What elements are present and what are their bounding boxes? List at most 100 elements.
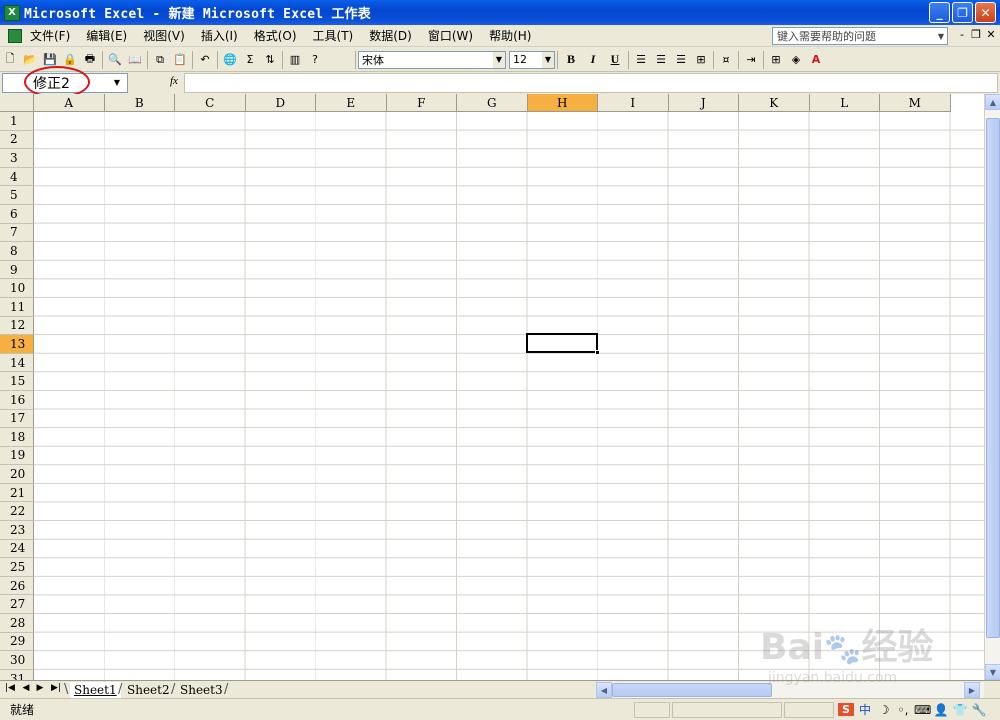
chart-wizard-icon[interactable]: ▥	[285, 50, 305, 70]
doc-restore-button[interactable]: ❐	[968, 28, 984, 41]
doc-close-button[interactable]: ✕	[983, 28, 999, 41]
sogou-icon[interactable]: S	[838, 703, 854, 716]
column-header-b[interactable]: B	[104, 94, 175, 112]
row-header-18[interactable]: 18	[0, 428, 34, 447]
merge-center-icon[interactable]: ⊞	[691, 50, 711, 70]
sheet-tab-2[interactable]: Sheet2	[123, 682, 174, 698]
print-preview-icon[interactable]: 🔍	[105, 50, 125, 70]
row-header-13[interactable]: 13	[0, 335, 34, 354]
row-header-25[interactable]: 25	[0, 558, 34, 577]
ime-chinese-icon[interactable]: 中	[857, 701, 873, 718]
row-header-9[interactable]: 9	[0, 260, 34, 280]
new-icon[interactable]: 🗋	[0, 50, 20, 70]
currency-icon[interactable]: ¤	[716, 50, 736, 70]
open-icon[interactable]: 📂	[20, 50, 40, 70]
bold-button[interactable]: B	[560, 50, 582, 70]
row-header-1[interactable]: 1	[0, 112, 34, 131]
punctuation-icon[interactable]: ◦,	[895, 703, 911, 717]
column-header-a[interactable]: A	[34, 94, 105, 112]
minimize-button[interactable]: _	[929, 2, 950, 23]
scroll-right-icon[interactable]: ▶	[964, 682, 980, 698]
row-header-10[interactable]: 10	[0, 279, 34, 298]
column-header-f[interactable]: F	[386, 94, 457, 112]
chevron-down-icon[interactable]: ▼	[935, 28, 947, 44]
cell-area[interactable]	[34, 112, 984, 680]
menu-tools[interactable]: 工具(T)	[305, 27, 362, 44]
fill-handle[interactable]	[595, 350, 600, 355]
close-button[interactable]: ✕	[975, 2, 996, 23]
row-header-19[interactable]: 19	[0, 446, 34, 466]
row-header-22[interactable]: 22	[0, 502, 34, 522]
paste-icon[interactable]: 📋	[170, 50, 190, 70]
row-header-20[interactable]: 20	[0, 465, 34, 484]
row-header-4[interactable]: 4	[0, 167, 34, 187]
row-header-15[interactable]: 15	[0, 372, 34, 391]
horizontal-scrollbar[interactable]: ◀ ▶	[596, 682, 984, 698]
user-icon[interactable]: 👤	[933, 703, 949, 717]
scroll-left-icon[interactable]: ◀	[596, 682, 612, 698]
worksheet-grid[interactable]: ABCDEFGHIJKLM 1 2 3 4 5 6 7 8 9 10 11 12 13 14 15 16 17 1…	[0, 94, 984, 680]
borders-icon[interactable]: ⊞	[766, 50, 786, 70]
row-header-23[interactable]: 23	[0, 521, 34, 540]
align-center-icon[interactable]: ☰	[651, 50, 671, 70]
vertical-scroll-thumb[interactable]	[986, 118, 1000, 638]
wrench-icon[interactable]: 🔧	[971, 703, 987, 717]
column-header-d[interactable]: D	[245, 94, 316, 112]
scroll-down-icon[interactable]: ▼	[985, 664, 1000, 680]
menu-help[interactable]: 帮助(H)	[481, 27, 539, 44]
chevron-down-icon[interactable]: ▼	[493, 51, 505, 68]
column-header-i[interactable]: I	[598, 94, 669, 112]
horizontal-scroll-thumb[interactable]	[612, 683, 772, 697]
indent-icon[interactable]: ⇥	[741, 50, 761, 70]
copy-icon[interactable]: ⧉	[150, 50, 170, 70]
row-header-31[interactable]: 31	[0, 669, 34, 680]
align-left-icon[interactable]: ☰	[631, 50, 651, 70]
print-icon[interactable]: 🖶	[80, 50, 100, 70]
row-header-27[interactable]: 27	[0, 595, 34, 615]
row-header-2[interactable]: 2	[0, 130, 34, 150]
row-header-24[interactable]: 24	[0, 539, 34, 559]
formula-input[interactable]	[184, 73, 998, 93]
row-header-7[interactable]: 7	[0, 223, 34, 243]
menu-edit[interactable]: 编辑(E)	[78, 27, 135, 44]
row-header-11[interactable]: 11	[0, 297, 34, 317]
row-header-6[interactable]: 6	[0, 204, 34, 224]
row-header-29[interactable]: 29	[0, 632, 34, 652]
underline-button[interactable]: U	[604, 50, 626, 70]
align-right-icon[interactable]: ☰	[671, 50, 691, 70]
shirt-icon[interactable]: 👕	[952, 703, 968, 717]
font-color-icon[interactable]: A	[806, 50, 826, 70]
autosum-button[interactable]: Σ	[240, 50, 260, 70]
vertical-scrollbar[interactable]: ▲ ▼	[984, 94, 1000, 680]
italic-button[interactable]: I	[582, 50, 604, 70]
column-header-j[interactable]: J	[668, 94, 739, 112]
document-icon[interactable]	[8, 28, 22, 43]
row-header-28[interactable]: 28	[0, 614, 34, 633]
column-header-l[interactable]: L	[809, 94, 880, 112]
maximize-button[interactable]: ❐	[952, 2, 973, 23]
font-size-select[interactable]: 12 ▼	[509, 50, 555, 69]
research-icon[interactable]: 📖	[125, 50, 145, 70]
help-icon[interactable]: ?	[305, 50, 325, 70]
prev-sheet-icon[interactable]: ◀	[20, 683, 32, 693]
row-header-5[interactable]: 5	[0, 186, 34, 205]
column-header-m[interactable]: M	[880, 94, 951, 112]
row-header-17[interactable]: 17	[0, 409, 34, 429]
row-header-12[interactable]: 12	[0, 316, 34, 336]
chevron-down-icon[interactable]: ▼	[542, 51, 554, 68]
row-header-30[interactable]: 30	[0, 651, 34, 670]
help-search-input[interactable]: 键入需要帮助的问题 ▼	[772, 27, 948, 45]
next-sheet-icon[interactable]: ▶	[34, 683, 46, 693]
column-header-e[interactable]: E	[316, 94, 387, 112]
scroll-up-icon[interactable]: ▲	[985, 94, 1000, 110]
fill-color-icon[interactable]: ◈	[786, 50, 806, 70]
sort-ascending-icon[interactable]: ⇅	[260, 50, 280, 70]
column-header-c[interactable]: C	[175, 94, 246, 112]
row-header-14[interactable]: 14	[0, 353, 34, 373]
font-name-select[interactable]: 宋体 ▼	[358, 50, 506, 69]
menu-insert[interactable]: 插入(I)	[193, 27, 246, 44]
menu-file[interactable]: 文件(F)	[22, 27, 78, 44]
menu-view[interactable]: 视图(V)	[135, 27, 193, 44]
chevron-down-icon[interactable]: ▼	[107, 73, 127, 91]
active-cell[interactable]	[526, 333, 600, 355]
